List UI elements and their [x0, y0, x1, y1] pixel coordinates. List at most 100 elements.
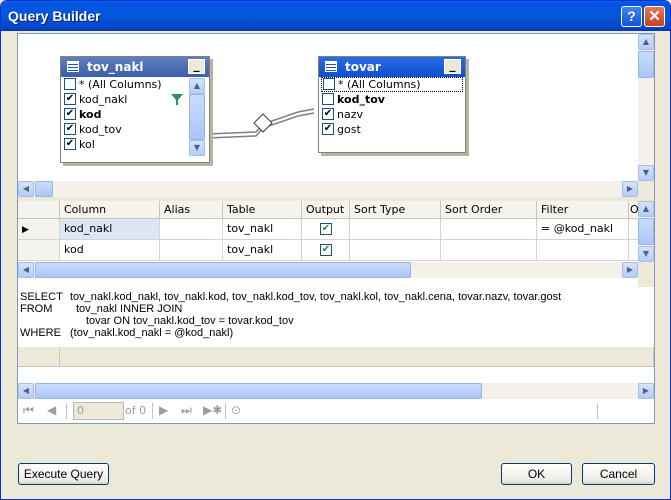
minimize-table-button[interactable]: _ — [444, 59, 461, 74]
grid-cell[interactable] — [441, 219, 537, 240]
grid-cell[interactable] — [537, 240, 629, 261]
column-header[interactable]: Sort Type — [350, 201, 441, 219]
scroll-left-icon[interactable]: ◀ — [18, 262, 34, 278]
cancel-button[interactable]: Cancel — [582, 463, 655, 485]
table-tov-nakl[interactable]: tov_nakl _ * (All Columns) ✔ kod_nakl ✔ ko… — [60, 56, 210, 163]
results-hscrollbar[interactable]: ◀ ▶ — [18, 383, 654, 399]
record-count-label: of 0 — [125, 404, 147, 417]
column-checkbox[interactable]: ✔ — [64, 123, 76, 135]
column-header[interactable]: Alias — [160, 201, 223, 219]
grid-cell[interactable] — [350, 240, 441, 261]
sql-pane[interactable]: SELECT tov_nakl.kod_nakl, tov_nakl.kod, … — [18, 287, 654, 347]
column-header[interactable]: Output — [302, 201, 350, 219]
column-row[interactable]: ✔ kol — [61, 137, 187, 152]
last-record-icon[interactable]: ⏭ — [181, 403, 192, 418]
column-header[interactable]: Filter — [537, 201, 629, 219]
grid-cell[interactable]: ✔ — [302, 240, 350, 261]
grid-cell[interactable]: = @kod_nakl — [537, 219, 629, 240]
diagram-pane[interactable]: tov_nakl _ * (All Columns) ✔ kod_nakl ✔ ko… — [18, 34, 654, 197]
row-selector[interactable] — [18, 240, 60, 261]
grid-cell[interactable] — [160, 240, 223, 261]
results-header — [60, 347, 654, 367]
separator — [66, 403, 67, 419]
diagram-hscrollbar[interactable]: ◀ ▶ — [18, 181, 638, 197]
sql-keyword: WHERE — [20, 327, 61, 339]
ok-button[interactable]: OK — [501, 463, 572, 485]
record-navigator: ⏮ ◀ 0 of 0 ▶ ⏭ ▶✱ ⊙ — [17, 399, 655, 423]
cancel-query-icon[interactable]: ⊙ — [231, 403, 241, 417]
column-row[interactable]: * (All Columns) — [61, 77, 187, 92]
grid-cell[interactable]: tov_nakl — [223, 219, 302, 240]
table-header[interactable]: tovar _ — [319, 57, 465, 77]
column-checkbox[interactable]: ✔ — [64, 138, 76, 150]
minimize-table-button[interactable]: _ — [188, 59, 205, 74]
grid-cell[interactable]: kod_nakl — [60, 219, 160, 240]
scroll-down-icon[interactable]: ▼ — [638, 246, 654, 262]
row-selector[interactable]: ▶ — [18, 219, 60, 240]
grid-cell[interactable] — [441, 240, 537, 261]
grid-cell[interactable] — [160, 219, 223, 240]
output-checkbox[interactable]: ✔ — [320, 244, 332, 256]
scroll-down-icon[interactable]: ▼ — [638, 165, 654, 181]
table-header[interactable]: tov_nakl _ — [61, 57, 209, 77]
table-scrollbar[interactable]: ▲ ▼ — [189, 78, 205, 156]
scroll-thumb[interactable] — [35, 181, 53, 197]
scroll-down-icon[interactable]: ▼ — [189, 140, 205, 156]
column-checkbox[interactable]: ✔ — [322, 108, 334, 120]
column-row[interactable]: ✔ kod — [61, 107, 187, 122]
help-button[interactable]: ? — [621, 6, 642, 27]
query-builder-window: Query Builder ? ✕ tov_nakl _ * (All Colu… — [0, 0, 671, 500]
grid-hscrollbar[interactable]: ◀ ▶ — [18, 262, 638, 278]
separator — [225, 403, 226, 419]
grid-cell[interactable]: ✔ — [302, 219, 350, 240]
scroll-right-icon[interactable]: ▶ — [622, 181, 638, 197]
column-checkbox[interactable] — [323, 78, 335, 90]
column-row[interactable]: kod_tov — [319, 92, 465, 107]
column-header[interactable]: Column — [60, 201, 160, 219]
column-label: nazv — [337, 108, 363, 121]
scroll-left-icon[interactable]: ◀ — [18, 383, 34, 399]
next-record-icon[interactable]: ▶ — [159, 403, 168, 417]
output-checkbox[interactable]: ✔ — [320, 223, 332, 235]
grid-cell[interactable]: kod — [60, 240, 160, 261]
table-icon — [67, 61, 79, 72]
column-row[interactable]: ✔ kod_tov — [61, 122, 187, 137]
scroll-right-icon[interactable]: ▶ — [638, 383, 654, 399]
record-position-input[interactable]: 0 — [73, 402, 124, 420]
scroll-up-icon[interactable]: ▲ — [638, 201, 654, 217]
column-header[interactable]: Table — [223, 201, 302, 219]
grid-vscrollbar[interactable]: ▲ ▼ — [638, 201, 654, 262]
previous-record-icon[interactable]: ◀ — [47, 403, 56, 417]
scroll-right-icon[interactable]: ▶ — [622, 262, 638, 278]
execute-query-button[interactable]: Execute Query — [18, 463, 109, 485]
scroll-thumb[interactable] — [35, 383, 482, 399]
scroll-thumb[interactable] — [35, 262, 411, 278]
close-button[interactable]: ✕ — [644, 6, 665, 27]
column-row[interactable]: ✔ kod_nakl — [61, 92, 187, 107]
scroll-up-icon[interactable]: ▲ — [189, 78, 205, 94]
first-record-icon[interactable]: ⏮ — [23, 403, 34, 418]
grid-cell[interactable] — [350, 219, 441, 240]
diagram-vscrollbar[interactable]: ▲ ▼ — [638, 34, 654, 181]
column-checkbox[interactable]: ✔ — [64, 108, 76, 120]
column-label: * (All Columns) — [79, 78, 162, 91]
current-row-icon: ▶ — [22, 225, 29, 235]
column-row[interactable]: ✔ gost — [319, 122, 465, 137]
column-row[interactable]: ✔ nazv — [319, 107, 465, 122]
scroll-thumb[interactable] — [638, 218, 654, 245]
scroll-thumb[interactable] — [638, 51, 654, 78]
column-checkbox[interactable] — [322, 93, 334, 105]
column-checkbox[interactable]: ✔ — [64, 93, 76, 105]
table-tovar[interactable]: tovar _ * (All Columns) kod_tov ✔ nazv ✔ g… — [318, 56, 466, 153]
scroll-up-icon[interactable]: ▲ — [638, 34, 654, 50]
column-list: * (All Columns) kod_tov ✔ nazv ✔ gost — [319, 77, 465, 137]
new-record-icon[interactable]: ▶✱ — [203, 403, 222, 417]
column-checkbox[interactable]: ✔ — [322, 123, 334, 135]
column-checkbox[interactable] — [64, 78, 76, 90]
scroll-left-icon[interactable]: ◀ — [18, 181, 34, 197]
scroll-thumb[interactable] — [189, 94, 205, 140]
grid-cell[interactable]: tov_nakl — [223, 240, 302, 261]
column-header[interactable]: Sort Order — [441, 201, 537, 219]
criteria-grid[interactable]: Column Alias Table Output Sort Type Sort… — [18, 201, 654, 287]
column-row[interactable]: * (All Columns) — [321, 77, 463, 92]
